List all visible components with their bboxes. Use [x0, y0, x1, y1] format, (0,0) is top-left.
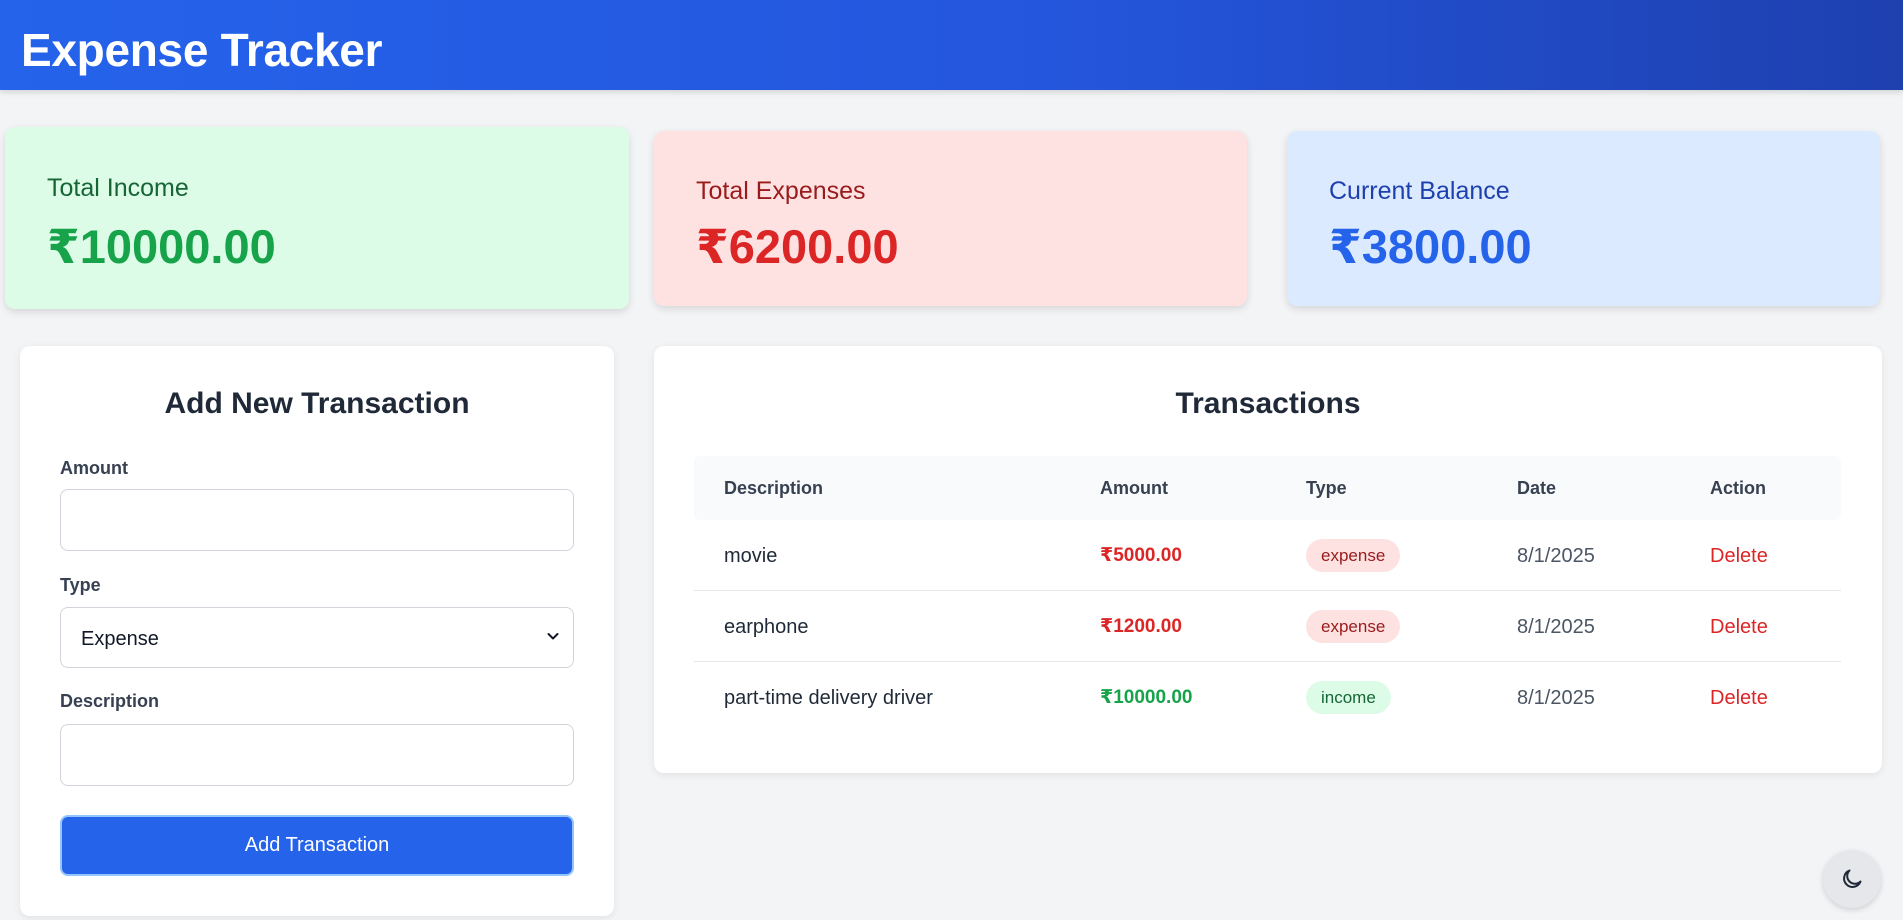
app-title: Expense Tracker — [21, 24, 383, 76]
total-income-card: Total Income ₹10000.00 — [5, 127, 629, 309]
table-row: earphone ₹1200.00 expense 8/1/2025 Delet… — [694, 591, 1841, 662]
amount-label: Amount — [60, 458, 128, 478]
column-header-type: Type — [1306, 478, 1347, 498]
table-row: part-time delivery driver ₹10000.00 inco… — [694, 662, 1841, 733]
row-date: 8/1/2025 — [1517, 616, 1595, 638]
column-header-date: Date — [1517, 478, 1557, 498]
total-expenses-card: Total Expenses ₹6200.00 — [654, 131, 1247, 306]
row-date: 8/1/2025 — [1517, 545, 1595, 567]
column-header-amount: Amount — [1100, 478, 1168, 498]
type-badge: expense — [1306, 610, 1401, 643]
type-label: Type — [60, 575, 101, 595]
row-description: movie — [724, 545, 778, 567]
current-balance-value: ₹3800.00 — [1329, 220, 1532, 273]
transactions-table: Description Amount Type Date Action movi… — [694, 456, 1841, 733]
type-select-value: Expense — [81, 628, 159, 650]
total-expenses-label: Total Expenses — [696, 177, 866, 205]
description-label: Description — [60, 691, 160, 711]
transactions-title: Transactions — [1175, 387, 1361, 420]
moon-icon — [1843, 869, 1862, 888]
add-transaction-button[interactable]: Add Transaction — [60, 815, 574, 876]
theme-toggle-button[interactable] — [1823, 850, 1881, 908]
delete-button[interactable]: Delete — [1710, 615, 1768, 639]
chevron-down-icon — [547, 633, 559, 640]
description-input[interactable] — [60, 724, 574, 786]
table-header: Description Amount Type Date Action — [694, 456, 1841, 520]
transactions-panel: Transactions Description Amount Type Dat… — [654, 346, 1882, 773]
current-balance-card: Current Balance ₹3800.00 — [1287, 131, 1880, 306]
current-balance-label: Current Balance — [1329, 177, 1510, 205]
page: Expense Tracker Total Income ₹10000.00 T… — [0, 0, 1903, 920]
total-expenses-value: ₹6200.00 — [696, 220, 899, 273]
row-amount: ₹1200.00 — [1100, 616, 1182, 637]
type-badge: income — [1306, 681, 1391, 714]
app-header: Expense Tracker — [0, 0, 1903, 90]
type-badge: expense — [1306, 539, 1401, 572]
column-header-description: Description — [724, 478, 824, 498]
delete-button[interactable]: Delete — [1710, 544, 1768, 568]
row-date: 8/1/2025 — [1517, 687, 1595, 709]
row-description: earphone — [724, 616, 809, 638]
total-income-value: ₹10000.00 — [47, 220, 276, 273]
column-header-action: Action — [1710, 478, 1766, 498]
row-amount: ₹5000.00 — [1100, 545, 1182, 566]
row-amount: ₹10000.00 — [1100, 687, 1193, 708]
row-description: part-time delivery driver — [724, 687, 933, 709]
table-row: movie ₹5000.00 expense 8/1/2025 Delete — [694, 520, 1841, 591]
add-transaction-form: Add New Transaction Amount Type Expense … — [20, 346, 614, 916]
form-title: Add New Transaction — [164, 387, 470, 420]
total-income-label: Total Income — [47, 174, 189, 202]
amount-input[interactable] — [60, 489, 574, 551]
delete-button[interactable]: Delete — [1710, 686, 1768, 710]
type-select[interactable]: Expense — [60, 607, 574, 668]
